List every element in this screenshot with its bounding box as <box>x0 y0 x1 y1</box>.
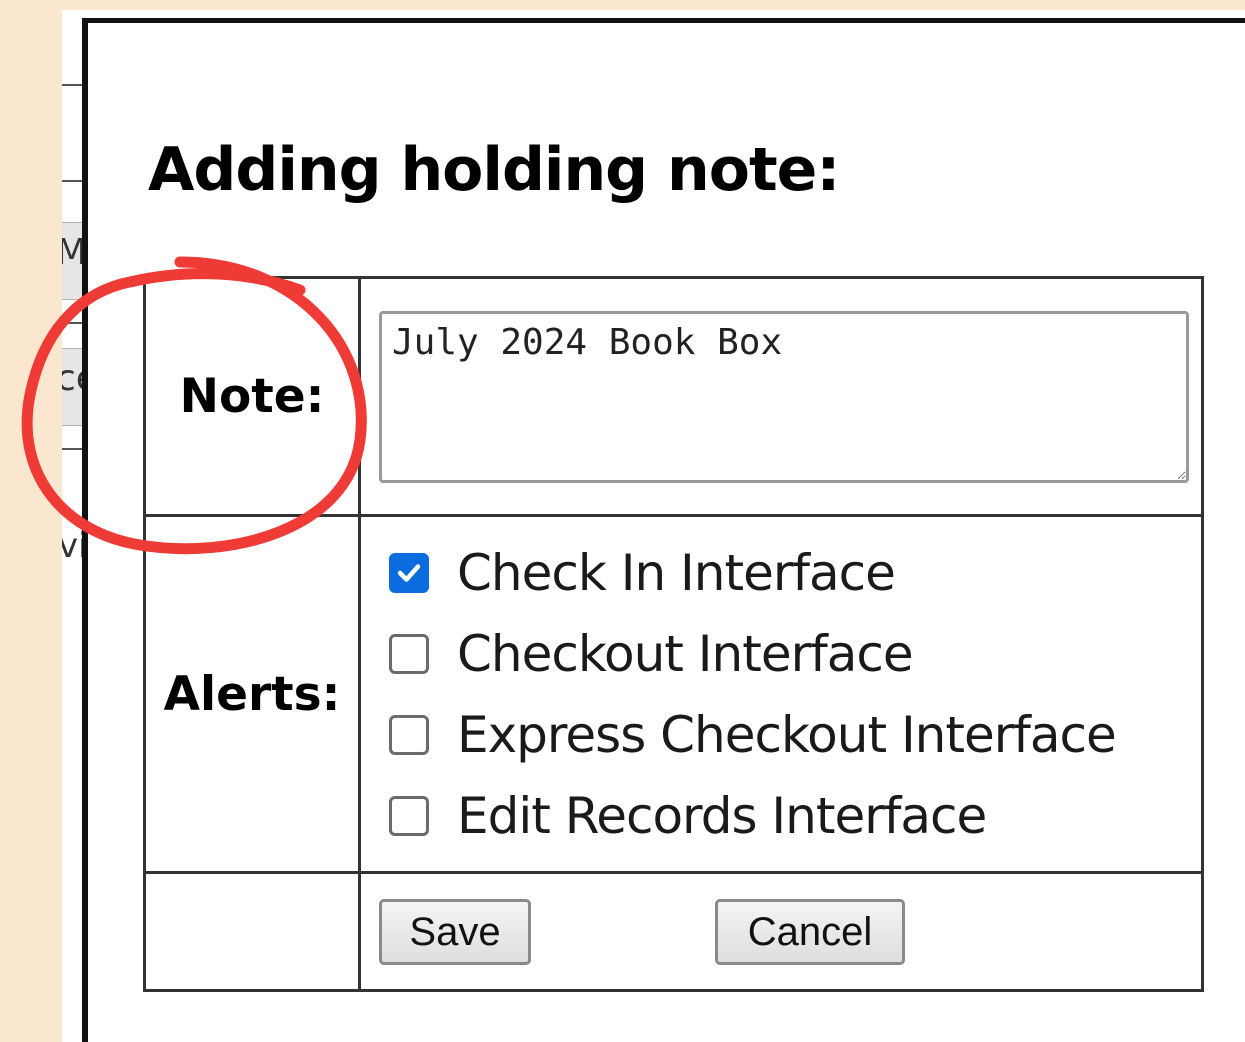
note-textarea[interactable] <box>379 310 1189 483</box>
note-row: Note: <box>143 275 1204 518</box>
alert-option-check-in[interactable]: Check In Interface <box>389 532 1201 613</box>
alert-option-label: Edit Records Interface <box>457 786 987 845</box>
alerts-label: Alerts: <box>143 514 361 874</box>
note-label: Note: <box>143 275 361 518</box>
cancel-button[interactable]: Cancel <box>715 898 905 965</box>
alerts-row: Alerts: Check In Interface Checkout Inte… <box>143 514 1204 874</box>
screenshot-stage: M ce vi Adding holding note: Note: Alert… <box>0 0 1245 1042</box>
note-cell <box>358 275 1204 518</box>
alerts-list: Check In Interface Checkout Interface Ex… <box>361 518 1201 870</box>
save-button[interactable]: Save <box>379 898 531 965</box>
alert-option-edit-records[interactable]: Edit Records Interface <box>389 775 1201 856</box>
alert-option-label: Checkout Interface <box>457 624 914 683</box>
alert-option-label: Express Checkout Interface <box>457 705 1117 764</box>
alert-option-checkout[interactable]: Checkout Interface <box>389 613 1201 694</box>
holding-note-form: Note: Alerts: Check In Interface <box>143 275 1204 993</box>
checkbox[interactable] <box>389 552 429 593</box>
actions-row: Save Cancel <box>143 870 1204 993</box>
alerts-cell: Check In Interface Checkout Interface Ex… <box>358 514 1204 874</box>
checkmark-icon <box>397 563 421 582</box>
actions-cell: Save Cancel <box>358 870 1204 993</box>
checkbox[interactable] <box>389 633 429 674</box>
alert-option-express-checkout[interactable]: Express Checkout Interface <box>389 694 1201 775</box>
dialog-title: Adding holding note: <box>148 135 840 205</box>
checkbox[interactable] <box>389 714 429 755</box>
checkbox[interactable] <box>389 795 429 836</box>
alert-option-label: Check In Interface <box>457 543 896 602</box>
empty-cell <box>143 870 361 993</box>
